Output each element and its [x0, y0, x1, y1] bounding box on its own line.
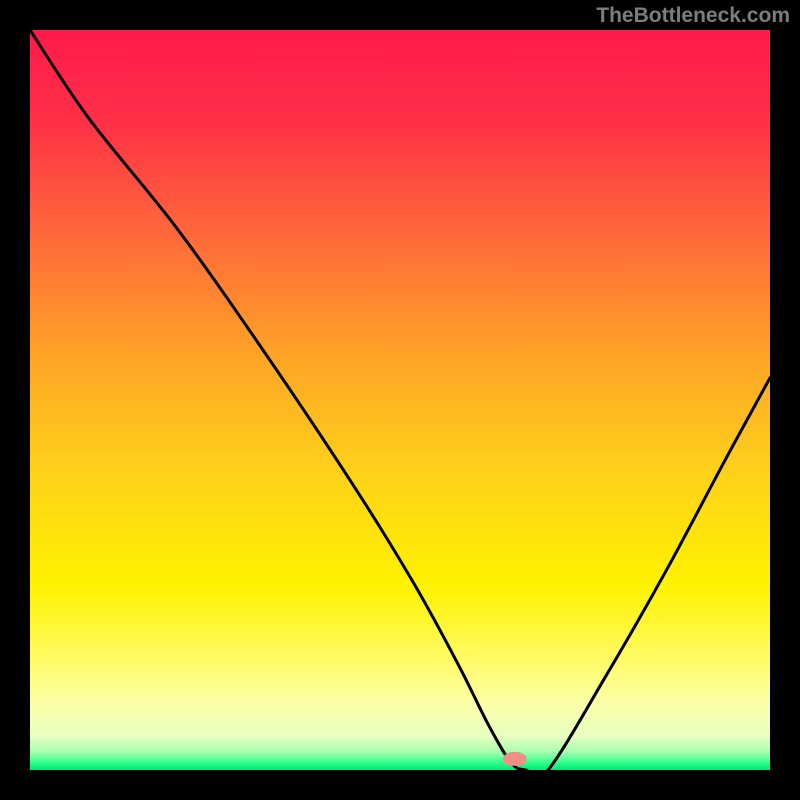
watermark-text: TheBottleneck.com [596, 4, 790, 28]
plot-background [30, 30, 770, 770]
chart-stage: TheBottleneck.com [0, 0, 800, 800]
optimal-point-marker [503, 752, 527, 766]
bottleneck-chart [0, 0, 800, 800]
